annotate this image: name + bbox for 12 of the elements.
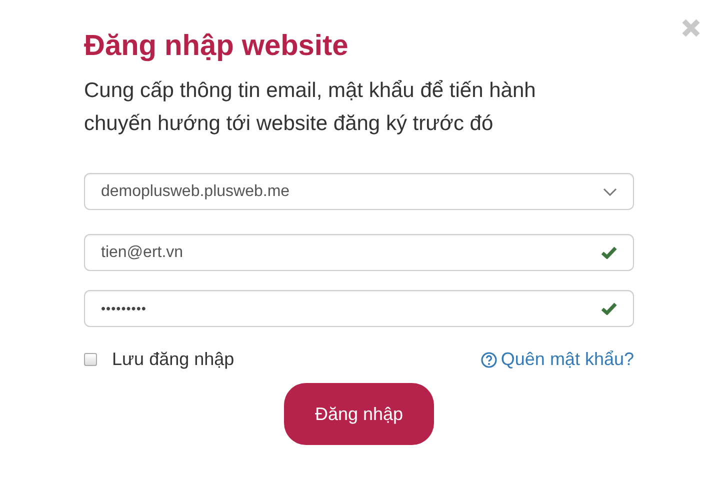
- close-icon[interactable]: [681, 18, 701, 38]
- email-field[interactable]: tien@ert.vn: [84, 234, 634, 271]
- question-circle-icon: [480, 352, 497, 368]
- description-text: Cung cấp thông tin email, mật khẩu để tiến hành chuyến hướng tới website đăng ký trước đó: [84, 78, 537, 137]
- login-button[interactable]: Đăng nhập: [284, 383, 434, 445]
- password-field[interactable]: •••••••••: [84, 290, 634, 327]
- remember-label: Lưu đăng nhập: [112, 349, 234, 370]
- dialog-title: Đăng nhập website: [84, 29, 350, 64]
- website-select[interactable]: demoplusweb.plusweb.me: [84, 173, 634, 210]
- chevron-down-icon: [603, 188, 617, 196]
- forgot-password-link[interactable]: Quên mật khẩu?: [480, 349, 634, 370]
- remember-checkbox[interactable]: [84, 353, 97, 366]
